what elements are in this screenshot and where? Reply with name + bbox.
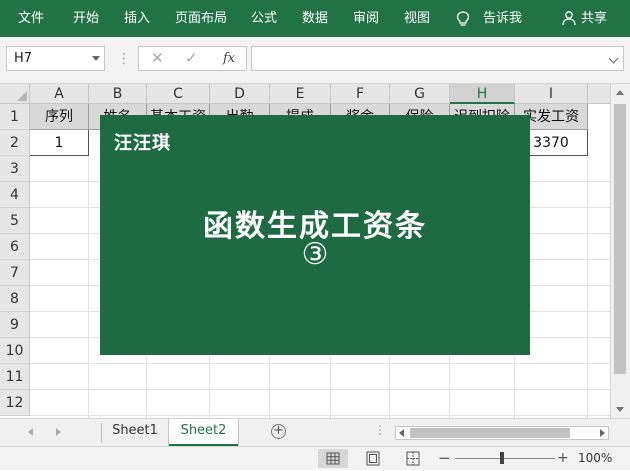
column-header[interactable]: G [390, 84, 450, 104]
row-header[interactable]: 1 [0, 104, 30, 130]
formula-buttons: ✕ ✓ fx [138, 46, 247, 71]
page-break-view-button[interactable] [398, 449, 428, 468]
normal-view-button[interactable] [318, 449, 348, 468]
scroll-down-icon[interactable] [616, 407, 624, 412]
row-header[interactable]: 7 [0, 260, 30, 286]
column-header[interactable]: I [515, 84, 588, 104]
zoom-out-button[interactable]: − [438, 447, 451, 469]
row-header[interactable]: 8 [0, 286, 30, 312]
next-sheet-icon[interactable] [56, 428, 61, 436]
column-header[interactable]: B [89, 84, 147, 104]
vertical-scrollbar[interactable] [610, 84, 630, 418]
expand-formula-icon[interactable] [608, 53, 619, 64]
table-cell[interactable]: 1 [30, 130, 89, 156]
page-break-icon [406, 451, 420, 466]
name-box-value: H7 [14, 51, 33, 66]
tab-insert[interactable]: 插入 [124, 0, 150, 37]
drag-handle-icon[interactable]: ⋮ [117, 49, 131, 69]
tab-data[interactable]: 数据 [302, 0, 328, 37]
row-header[interactable]: 9 [0, 312, 30, 338]
column-header[interactable]: D [210, 84, 270, 104]
column-header[interactable]: A [30, 84, 89, 104]
name-box[interactable]: H7 [6, 46, 105, 71]
row-header[interactable]: 2 [0, 130, 30, 156]
zoom-level[interactable]: 100% [578, 447, 612, 470]
zoom-slider-thumb[interactable] [500, 452, 504, 464]
column-header[interactable]: E [270, 84, 331, 104]
tab-review[interactable]: 审阅 [353, 0, 379, 37]
zoom-in-button[interactable]: + [557, 447, 569, 469]
scroll-right-icon[interactable] [600, 429, 605, 437]
brand-label: 汪汪琪 [114, 133, 171, 154]
column-header-empty[interactable] [588, 84, 610, 104]
formula-input[interactable] [251, 46, 624, 71]
vertical-scroll-thumb[interactable] [614, 104, 626, 374]
check-icon[interactable]: ✓ [185, 47, 198, 70]
scroll-left-icon[interactable] [399, 429, 404, 437]
zoom-slider[interactable] [455, 458, 555, 459]
tab-page-layout[interactable]: 页面布局 [175, 0, 227, 37]
prev-sheet-icon[interactable] [28, 428, 33, 436]
tab-home[interactable]: 开始 [73, 0, 99, 37]
add-sheet-icon[interactable]: + [271, 424, 286, 439]
horizontal-scroll-thumb[interactable] [410, 428, 570, 438]
title-overlay-card: 汪汪琪 函数生成工资条 ③ [100, 115, 530, 355]
tab-formulas[interactable]: 公式 [251, 0, 277, 37]
row-header[interactable]: 5 [0, 208, 30, 234]
column-header-selected[interactable]: H [450, 84, 515, 104]
sheet-tabs-bar: Sheet1 Sheet2 + ⋮ [0, 418, 630, 446]
scroll-up-icon[interactable] [616, 90, 624, 95]
formula-bar: H7 ⋮ ✕ ✓ fx [0, 37, 630, 84]
cancel-icon[interactable]: ✕ [151, 47, 164, 70]
lightbulb-icon[interactable] [456, 11, 470, 27]
insert-function-icon[interactable]: fx [223, 47, 235, 70]
row-header[interactable]: 3 [0, 156, 30, 182]
select-all-button[interactable] [0, 84, 30, 104]
chevron-down-icon[interactable] [92, 56, 100, 61]
row-header[interactable]: 12 [0, 390, 30, 416]
select-all-triangle-icon [17, 91, 27, 101]
page-layout-view-button[interactable] [358, 449, 388, 468]
share-button[interactable]: 共享 [581, 0, 607, 37]
status-bar: − + 100% [0, 446, 630, 470]
row-header[interactable]: 10 [0, 338, 30, 364]
tab-view[interactable]: 视图 [404, 0, 430, 37]
person-icon[interactable] [562, 10, 576, 26]
row-header[interactable]: 4 [0, 182, 30, 208]
page-layout-icon [366, 451, 380, 466]
grid-view-icon [326, 452, 340, 465]
row-header[interactable]: 11 [0, 364, 30, 390]
tab-file[interactable]: 文件 [18, 0, 44, 37]
column-header[interactable]: F [331, 84, 390, 104]
horizontal-scrollbar[interactable] [395, 426, 609, 440]
drag-handle-icon[interactable]: ⋮ [374, 423, 386, 437]
table-header-cell[interactable]: 序列 [30, 104, 89, 130]
sheet-tab-sheet1[interactable]: Sheet1 [102, 419, 168, 444]
column-header[interactable]: C [147, 84, 210, 104]
overlay-number: ③ [301, 237, 329, 272]
sheet-tab-sheet2[interactable]: Sheet2 [169, 419, 238, 446]
ribbon-menu-bar: 文件 开始 插入 页面布局 公式 数据 审阅 视图 告诉我 共享 [0, 0, 630, 37]
tell-me-search[interactable]: 告诉我 [483, 0, 522, 37]
row-header[interactable]: 6 [0, 234, 30, 260]
